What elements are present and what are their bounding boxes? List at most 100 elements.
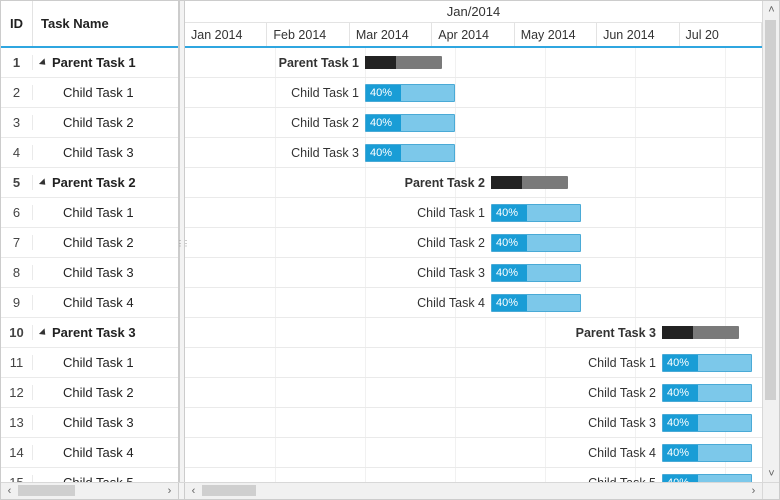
grid-hscrollbar[interactable]: ‹ › [1, 483, 179, 499]
chart-row-parent: Parent Task 1 [185, 48, 762, 78]
timeline-month[interactable]: Feb 2014 [267, 23, 349, 46]
timeline-month[interactable]: Jun 2014 [597, 23, 679, 46]
task-progress[interactable]: 40% [663, 475, 698, 483]
vscroll-thumb[interactable] [765, 20, 776, 400]
chart-pane: Jan/2014 Jan 2014Feb 2014Mar 2014Apr 201… [185, 1, 762, 482]
task-bar-label: Child Task 5 [588, 476, 662, 483]
grid-row-child[interactable]: 7Child Task 2 [1, 228, 178, 258]
row-name-label: Child Task 3 [63, 415, 134, 430]
row-id: 12 [1, 385, 33, 400]
timeline-month[interactable]: May 2014 [515, 23, 597, 46]
scroll-left-icon[interactable]: ‹ [1, 483, 18, 500]
row-id: 13 [1, 415, 33, 430]
chart-row-child: Child Task 140% [185, 78, 762, 108]
row-name-label: Child Task 1 [63, 85, 134, 100]
task-progress[interactable] [491, 176, 522, 189]
task-bar-label: Child Task 3 [291, 146, 365, 160]
grid-row-child[interactable]: 12 Child Task 2 [1, 378, 178, 408]
task-progress[interactable]: 40% [663, 445, 698, 461]
row-name-label: Parent Task 2 [52, 175, 136, 190]
chart-rows: Parent Task 1Child Task 140%Child Task 2… [185, 48, 762, 482]
grid-row-child[interactable]: 9Child Task 4 [1, 288, 178, 318]
task-progress[interactable] [365, 56, 396, 69]
timeline-month[interactable]: Jan 2014 [185, 23, 267, 46]
chart-hscroll-track[interactable] [202, 483, 745, 499]
grid-row-parent[interactable]: 1Parent Task 1 [1, 48, 178, 78]
collapse-icon[interactable] [39, 178, 48, 187]
child-task-bar[interactable]: 40% [662, 354, 752, 372]
grid-row-child[interactable]: 2Child Task 1 [1, 78, 178, 108]
task-progress[interactable]: 40% [492, 205, 527, 221]
vscroll-track[interactable] [763, 18, 779, 465]
parent-task-bar[interactable] [662, 326, 739, 339]
parent-task-bar[interactable] [365, 56, 442, 69]
scroll-right-icon[interactable]: › [161, 483, 178, 500]
chart-hscroll-thumb[interactable] [202, 485, 256, 496]
task-progress[interactable]: 40% [366, 145, 401, 161]
collapse-icon[interactable] [39, 328, 48, 337]
parent-task-bar[interactable] [491, 176, 568, 189]
grid-row-child[interactable]: 15Child Task 5 [1, 468, 178, 482]
scroll-up-icon[interactable]: ˄ [763, 1, 779, 18]
task-bar-label: Child Task 1 [291, 86, 365, 100]
chart-hscrollbar[interactable]: ‹ › [185, 483, 762, 499]
scroll-left-icon[interactable]: ‹ [185, 483, 202, 500]
task-bar-label: Child Task 3 [417, 266, 491, 280]
row-name: Child Task 4 [33, 445, 178, 460]
child-task-bar[interactable]: 40% [662, 444, 752, 462]
timeline-month[interactable]: Mar 2014 [350, 23, 432, 46]
vertical-scrollbar[interactable]: ˄ ˅ [762, 1, 779, 482]
grid-row-child[interactable]: 6Child Task 1 [1, 198, 178, 228]
row-name-label: Child Task 3 [63, 265, 134, 280]
grid-row-child[interactable]: 8 Child Task 3 [1, 258, 178, 288]
child-task-bar[interactable]: 40% [491, 294, 581, 312]
grid-row-child[interactable]: 13 Child Task 3 [1, 408, 178, 438]
scroll-down-icon[interactable]: ˅ [763, 465, 779, 482]
chart-row-child: Child Task 240% [185, 228, 762, 258]
grid-row-child[interactable]: 3 Child Task 2 [1, 108, 178, 138]
grid-row-child[interactable]: 4Child Task 3 [1, 138, 178, 168]
grid-row-child[interactable]: 14Child Task 4 [1, 438, 178, 468]
task-bar-label: Child Task 2 [417, 236, 491, 250]
task-progress[interactable]: 40% [492, 295, 527, 311]
task-progress[interactable]: 40% [663, 355, 698, 371]
row-id: 1 [1, 55, 33, 70]
task-progress[interactable]: 40% [492, 235, 527, 251]
row-id: 3 [1, 115, 33, 130]
chart-row-child: Child Task 240% [185, 108, 762, 138]
child-task-bar[interactable]: 40% [365, 144, 455, 162]
grid-row-parent[interactable]: 5Parent Task 2 [1, 168, 178, 198]
child-task-bar[interactable]: 40% [662, 474, 752, 483]
task-progress[interactable] [662, 326, 693, 339]
task-progress[interactable]: 40% [492, 265, 527, 281]
timeline-month[interactable]: Jul 20 [680, 23, 762, 46]
row-name-label: Child Task 2 [63, 115, 134, 130]
collapse-icon[interactable] [39, 58, 48, 67]
row-id: 8 [1, 265, 33, 280]
row-name: Child Task 1 [33, 205, 178, 220]
child-task-bar[interactable]: 40% [491, 204, 581, 222]
col-header-id[interactable]: ID [1, 1, 33, 46]
row-id: 10 [1, 325, 33, 340]
child-task-bar[interactable]: 40% [365, 84, 455, 102]
row-name-label: Child Task 2 [63, 385, 134, 400]
grid-hscroll-thumb[interactable] [18, 485, 75, 496]
col-header-name[interactable]: Task Name [33, 1, 178, 46]
grid-row-parent[interactable]: 10Parent Task 3 [1, 318, 178, 348]
task-progress[interactable]: 40% [663, 415, 698, 431]
task-progress[interactable]: 40% [663, 385, 698, 401]
task-bar-label: Child Task 1 [417, 206, 491, 220]
child-task-bar[interactable]: 40% [365, 114, 455, 132]
child-task-bar[interactable]: 40% [662, 414, 752, 432]
timeline-month[interactable]: Apr 2014 [432, 23, 514, 46]
child-task-bar[interactable]: 40% [491, 264, 581, 282]
grid-row-child[interactable]: 11Child Task 1 [1, 348, 178, 378]
child-task-bar[interactable]: 40% [662, 384, 752, 402]
chart-row-child: Child Task 440% [185, 438, 762, 468]
row-name: Parent Task 3 [33, 325, 178, 340]
task-progress[interactable]: 40% [366, 115, 401, 131]
child-task-bar[interactable]: 40% [491, 234, 581, 252]
grid-hscroll-track[interactable] [18, 483, 161, 499]
scroll-right-icon[interactable]: › [745, 483, 762, 500]
task-progress[interactable]: 40% [366, 85, 401, 101]
